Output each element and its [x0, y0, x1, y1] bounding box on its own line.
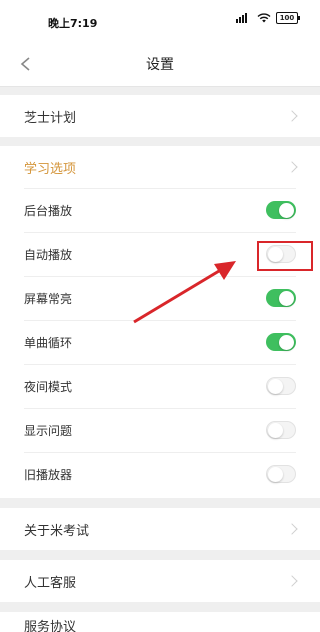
status-time: 晚上7:19	[48, 17, 98, 30]
battery-icon: 100	[276, 12, 300, 24]
night-mode-toggle[interactable]	[266, 377, 296, 395]
toggle-row-old-player: 旧播放器	[24, 452, 296, 496]
highlight-box	[257, 241, 313, 271]
about-label: 关于米考试	[24, 523, 90, 539]
agreement-row[interactable]: 服务协议	[0, 612, 320, 632]
toggle-row-night-mode: 夜间模式	[24, 364, 296, 408]
toggle-label: 显示问题	[24, 423, 73, 438]
toggle-label: 后台播放	[24, 203, 73, 218]
background-play-toggle[interactable]	[266, 201, 296, 219]
toggle-label: 自动播放	[24, 247, 73, 262]
signal-icon	[236, 13, 252, 23]
chevron-right-icon	[286, 523, 298, 535]
zhishi-plan-row[interactable]: 芝士计划	[0, 95, 320, 137]
toggle-row-show-question: 显示问题	[24, 408, 296, 452]
old-player-toggle[interactable]	[266, 465, 296, 483]
screen-on-toggle[interactable]	[266, 289, 296, 307]
single-loop-toggle[interactable]	[266, 333, 296, 351]
status-bar: 晚上7:19 100	[0, 0, 320, 42]
zhishi-plan-label: 芝士计划	[24, 110, 77, 126]
toggle-label: 旧播放器	[24, 467, 73, 482]
toggle-label: 屏幕常亮	[24, 291, 73, 306]
toggle-label: 单曲循环	[24, 335, 73, 350]
chevron-right-icon	[286, 161, 298, 173]
show-question-toggle[interactable]	[266, 421, 296, 439]
toggle-label: 夜间模式	[24, 379, 73, 394]
customer-service-label: 人工客服	[24, 575, 77, 591]
study-options-label: 学习选项	[24, 161, 77, 177]
customer-service-row[interactable]: 人工客服	[0, 560, 320, 602]
nav-bar: 设置	[0, 42, 320, 87]
chevron-right-icon	[286, 110, 298, 122]
about-row[interactable]: 关于米考试	[0, 508, 320, 550]
wifi-icon	[257, 13, 271, 23]
page-title: 设置	[146, 57, 174, 73]
toggle-row-background-play: 后台播放	[24, 188, 296, 232]
study-options-header[interactable]: 学习选项	[24, 146, 298, 188]
agreement-label: 服务协议	[24, 619, 77, 632]
chevron-right-icon	[286, 575, 298, 587]
annotation-arrow-icon	[133, 261, 236, 324]
